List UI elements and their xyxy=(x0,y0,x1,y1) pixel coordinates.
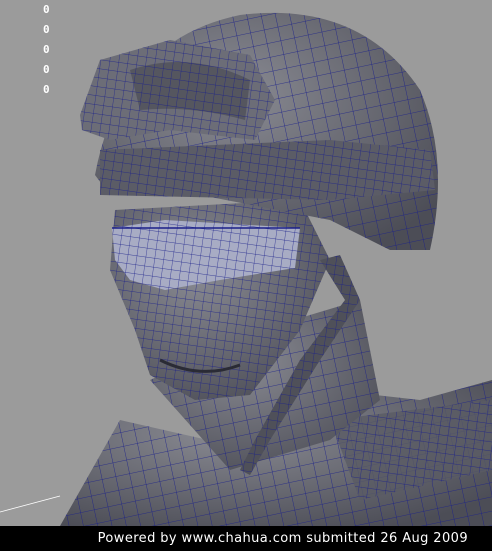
hud-value: 0 xyxy=(43,3,50,16)
hud-value: 0 xyxy=(43,63,50,76)
hud-value: 0 xyxy=(43,83,50,96)
render-viewport[interactable]: 0 0 0 0 0 xyxy=(0,0,492,526)
credit-text: Powered by www.chahua.com submitted 26 A… xyxy=(97,531,468,546)
hud-value: 0 xyxy=(43,43,50,56)
goggles-mesh xyxy=(80,40,275,140)
hud-value: 0 xyxy=(43,23,50,36)
footer-bar: Powered by www.chahua.com submitted 26 A… xyxy=(0,526,492,551)
wireframe-render xyxy=(0,12,492,526)
ground-grid-line xyxy=(0,495,61,513)
hud-value-list: 0 0 0 0 0 xyxy=(43,0,50,100)
